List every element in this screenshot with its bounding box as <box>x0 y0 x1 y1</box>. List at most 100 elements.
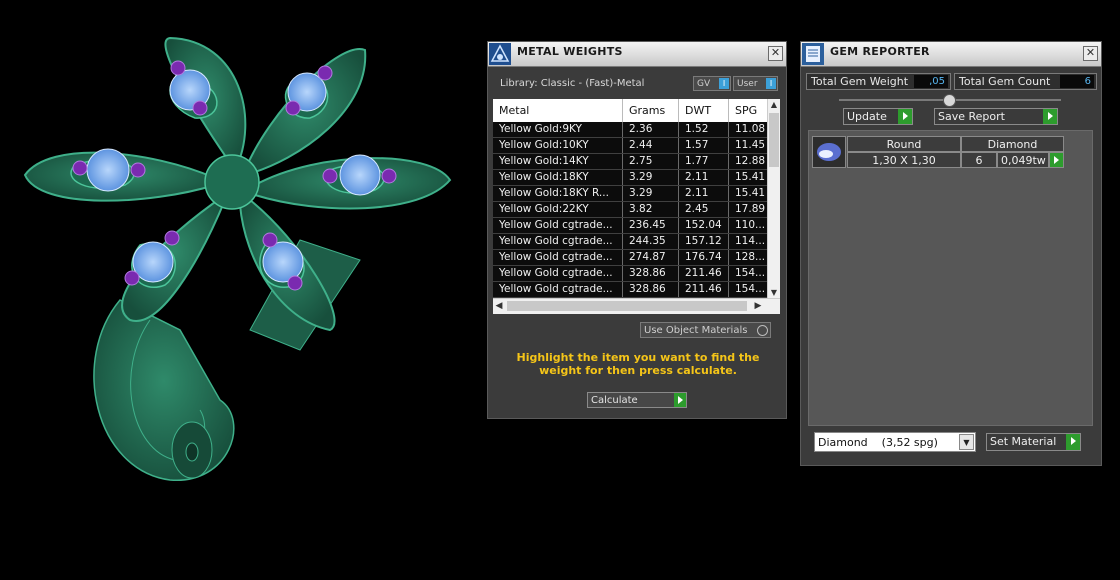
total-gem-weight-value: ,05 <box>914 75 948 88</box>
metal-table-body: Yellow Gold:9KY 2.36 1.52 11.08 Yellow Gold:… <box>493 122 769 298</box>
grams-cell: 236.45 <box>623 218 679 233</box>
table-row[interactable]: Yellow Gold cgtrade... 328.86 211.46 154... <box>493 266 769 282</box>
dwt-cell: 211.46 <box>679 266 729 281</box>
metal-weights-title: METAL WEIGHTS <box>517 45 623 58</box>
spg-cell: 128... <box>729 250 769 265</box>
table-row[interactable]: Yellow Gold cgtrade... 236.45 152.04 110... <box>493 218 769 234</box>
gem-reporter-title: GEM REPORTER <box>830 45 930 58</box>
gem-reporter-icon <box>802 43 824 65</box>
metal-name-cell: Yellow Gold:14KY <box>493 154 623 169</box>
gem-weight: 0,049tw <box>997 152 1049 168</box>
dwt-cell: 1.52 <box>679 122 729 137</box>
gem-reporter-titlebar[interactable]: GEM REPORTER ✕ <box>801 42 1101 67</box>
metal-name-cell: Yellow Gold:22KY <box>493 202 623 217</box>
column-header-grams[interactable]: Grams <box>623 99 679 122</box>
gem-reporter-panel: GEM REPORTER ✕ Total Gem Weight ,05 Tota… <box>800 41 1102 466</box>
gem-shape: Round <box>847 136 961 152</box>
gem-thumbnail[interactable] <box>812 136 846 168</box>
scroll-up-icon[interactable]: ▲ <box>768 99 780 111</box>
table-row[interactable]: Yellow Gold:10KY 2.44 1.57 11.45 <box>493 138 769 154</box>
gem-material: Diamond <box>961 136 1064 152</box>
table-row[interactable]: Yellow Gold:18KY R... 3.29 2.11 15.41 <box>493 186 769 202</box>
toggle-indicator-icon: I <box>766 78 776 89</box>
metal-table[interactable]: Metal Grams DWT SPG Yellow Gold:9KY 2.36 1… <box>493 99 780 314</box>
grams-cell: 2.75 <box>623 154 679 169</box>
grams-cell: 328.86 <box>623 266 679 281</box>
spg-cell: 11.08 <box>729 122 769 137</box>
spg-cell: 15.41 <box>729 186 769 201</box>
column-header-metal[interactable]: Metal <box>493 99 623 122</box>
spg-cell: 154... <box>729 266 769 281</box>
grams-cell: 3.29 <box>623 170 679 185</box>
grams-cell: 3.82 <box>623 202 679 217</box>
grams-cell: 3.29 <box>623 186 679 201</box>
column-header-dwt[interactable]: DWT <box>679 99 729 122</box>
chevron-down-icon[interactable]: ▼ <box>959 434 974 450</box>
table-row[interactable]: Yellow Gold:18KY 3.29 2.11 15.41 <box>493 170 769 186</box>
calculate-button[interactable]: Calculate <box>587 392 687 408</box>
dwt-cell: 1.57 <box>679 138 729 153</box>
play-arrow-icon <box>674 393 686 407</box>
metal-name-cell: Yellow Gold cgtrade... <box>493 266 623 281</box>
horizontal-scrollbar[interactable]: ◀ ▶ <box>493 298 780 314</box>
spg-cell: 15.41 <box>729 170 769 185</box>
metal-weights-titlebar[interactable]: METAL WEIGHTS ✕ <box>488 42 786 67</box>
ring-model[interactable] <box>0 0 480 576</box>
spg-cell: 110... <box>729 218 769 233</box>
user-toggle-button[interactable]: User I <box>733 76 778 91</box>
scrollbar-thumb[interactable] <box>769 113 779 167</box>
table-row[interactable]: Yellow Gold:22KY 3.82 2.45 17.89 <box>493 202 769 218</box>
total-gem-count-value: 6 <box>1060 75 1094 88</box>
grams-cell: 2.44 <box>623 138 679 153</box>
scroll-right-icon[interactable]: ▶ <box>752 299 764 314</box>
material-select[interactable]: Diamond (3,52 spg) ▼ <box>814 432 976 452</box>
dwt-cell: 2.45 <box>679 202 729 217</box>
table-row[interactable]: Yellow Gold cgtrade... 328.86 211.46 154... <box>493 282 769 298</box>
table-row[interactable]: Yellow Gold:14KY 2.75 1.77 12.88 <box>493 154 769 170</box>
table-row[interactable]: Yellow Gold cgtrade... 244.35 157.12 114... <box>493 234 769 250</box>
spg-cell: 11.45 <box>729 138 769 153</box>
dwt-cell: 157.12 <box>679 234 729 249</box>
metal-name-cell: Yellow Gold cgtrade... <box>493 282 623 297</box>
toggle-circle-icon <box>757 325 768 336</box>
close-icon[interactable]: ✕ <box>1083 46 1098 61</box>
play-arrow-icon <box>1066 434 1080 450</box>
play-arrow-icon <box>1054 156 1059 164</box>
metal-name-cell: Yellow Gold:18KY R... <box>493 186 623 201</box>
library-label: Library: Classic - (Fast)-Metal <box>500 78 645 89</box>
table-row[interactable]: Yellow Gold cgtrade... 274.87 176.74 128... <box>493 250 769 266</box>
dwt-cell: 152.04 <box>679 218 729 233</box>
table-row[interactable]: Yellow Gold:9KY 2.36 1.52 11.08 <box>493 122 769 138</box>
update-button[interactable]: Update <box>843 108 913 125</box>
metal-name-cell: Yellow Gold cgtrade... <box>493 218 623 233</box>
grams-cell: 274.87 <box>623 250 679 265</box>
scrollbar-thumb[interactable] <box>507 301 747 311</box>
dwt-cell: 211.46 <box>679 282 729 297</box>
metal-name-cell: Yellow Gold:10KY <box>493 138 623 153</box>
gem-size: 1,30 X 1,30 <box>847 152 961 168</box>
play-arrow-icon <box>898 109 912 124</box>
metal-name-cell: Yellow Gold cgtrade... <box>493 250 623 265</box>
grams-cell: 2.36 <box>623 122 679 137</box>
save-report-button[interactable]: Save Report <box>934 108 1058 125</box>
dwt-cell: 1.77 <box>679 154 729 169</box>
size-slider[interactable] <box>839 94 1061 107</box>
set-material-button[interactable]: Set Material <box>986 433 1081 451</box>
gv-toggle-button[interactable]: GV I <box>693 76 731 91</box>
round-diamond-icon <box>817 143 841 161</box>
dwt-cell: 176.74 <box>679 250 729 265</box>
3d-viewport[interactable] <box>0 0 480 576</box>
scroll-left-icon[interactable]: ◀ <box>493 299 505 314</box>
vertical-scrollbar[interactable]: ▲ ▼ <box>767 99 780 299</box>
slider-knob[interactable] <box>943 94 956 107</box>
metal-name-cell: Yellow Gold cgtrade... <box>493 234 623 249</box>
column-header-spg[interactable]: SPG <box>729 99 769 122</box>
use-object-materials-toggle[interactable]: Use Object Materials <box>640 322 771 338</box>
spg-cell: 17.89 <box>729 202 769 217</box>
gem-list[interactable]: Round Diamond 1,30 X 1,30 6 0,049tw <box>808 130 1093 426</box>
grams-cell: 328.86 <box>623 282 679 297</box>
toggle-indicator-icon: I <box>719 78 729 89</box>
total-gem-weight: Total Gem Weight ,05 <box>806 73 951 90</box>
gem-row-action-button[interactable] <box>1049 152 1064 168</box>
close-icon[interactable]: ✕ <box>768 46 783 61</box>
